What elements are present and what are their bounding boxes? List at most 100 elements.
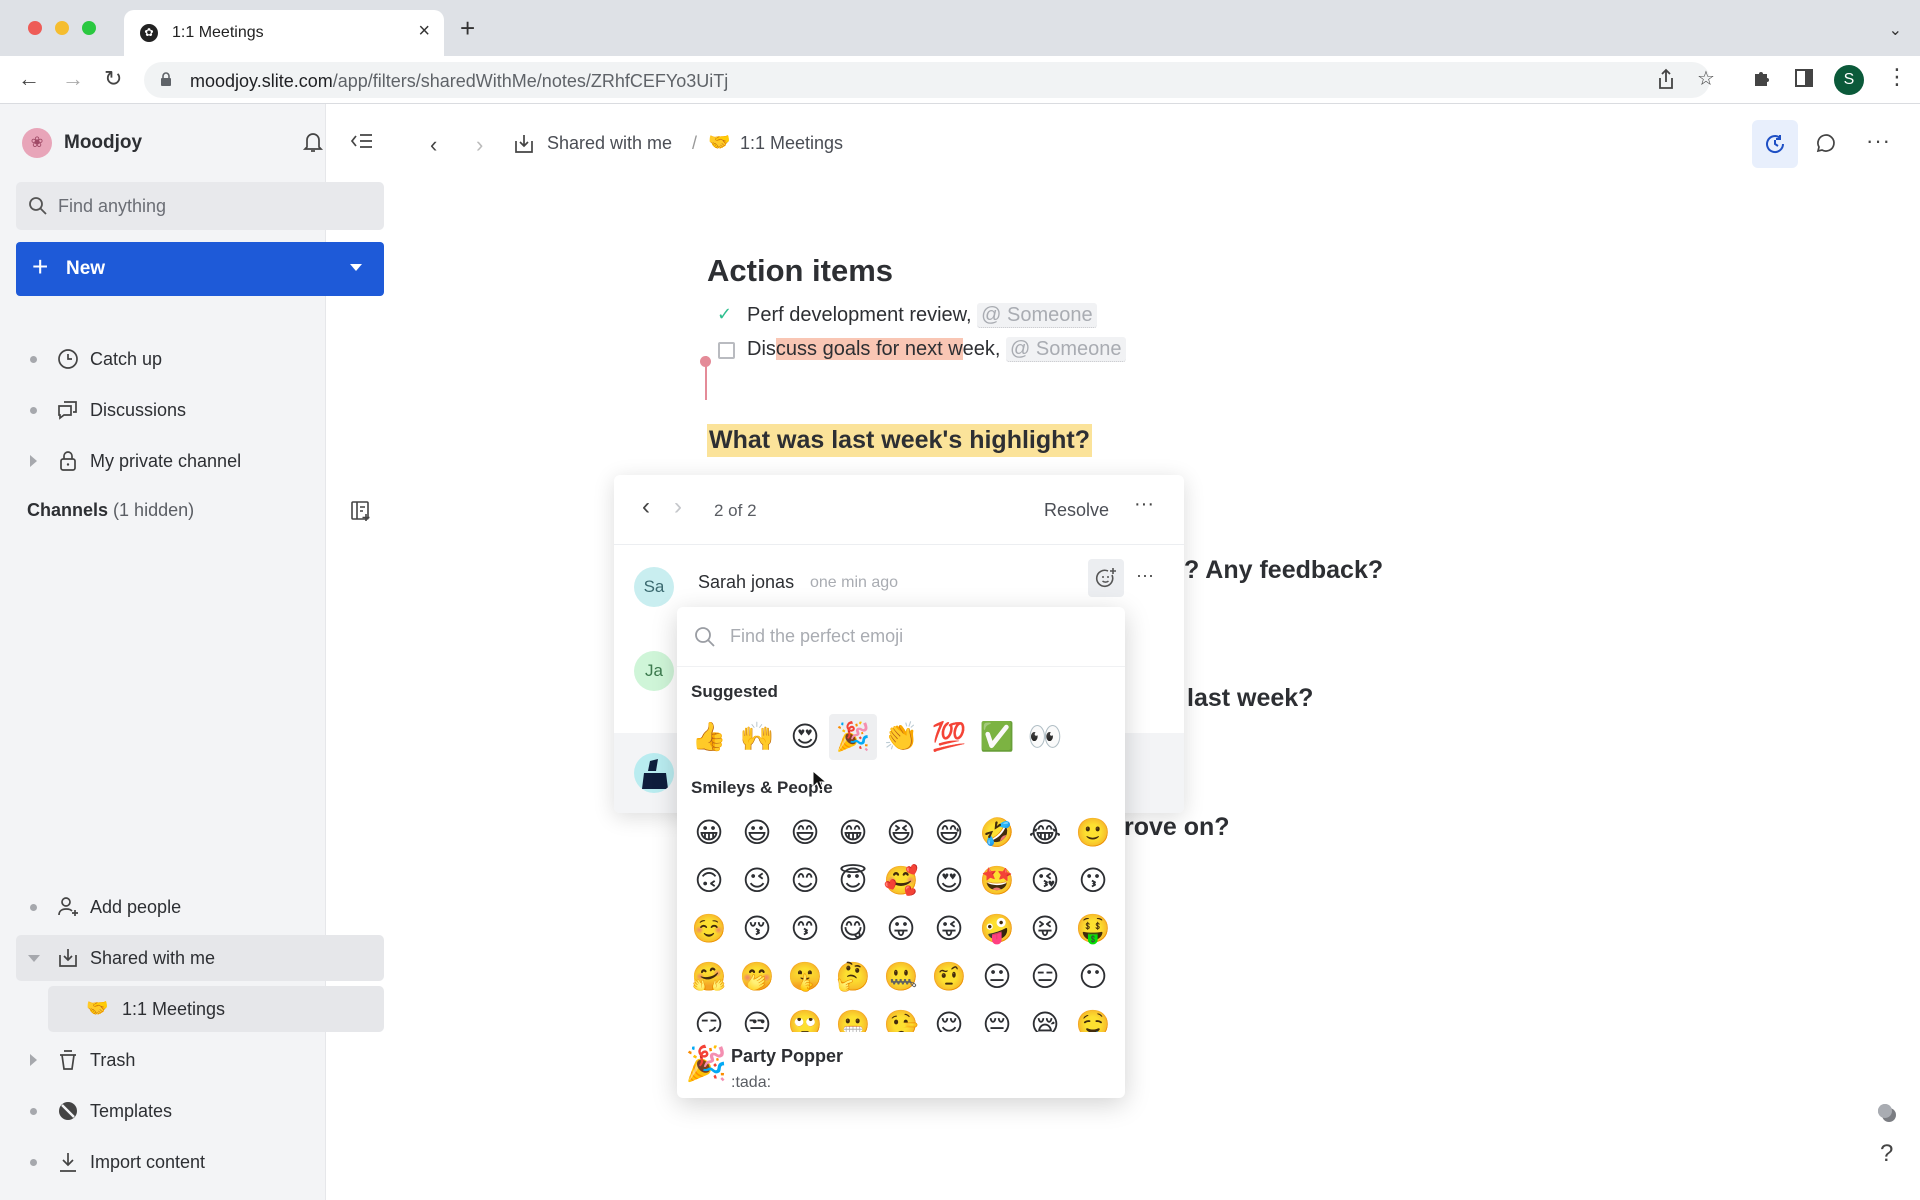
emoji-option[interactable]: 😙 [781, 906, 829, 952]
emoji-option[interactable]: 😄 [781, 810, 829, 856]
emoji-option[interactable]: 👀 [1021, 714, 1069, 760]
emoji-option[interactable]: 😁 [829, 810, 877, 856]
emoji-option[interactable]: 😂 [1021, 810, 1069, 856]
emoji-option[interactable]: 🤪 [973, 906, 1021, 952]
window-maximize-button[interactable] [82, 21, 96, 35]
emoji-option[interactable]: 🤤 [1069, 1002, 1117, 1032]
emoji-option[interactable]: 😍 [925, 858, 973, 904]
emoji-option[interactable]: 😆 [877, 810, 925, 856]
sidebar-item-1-1-meetings[interactable]: 🤝 1:1 Meetings [48, 986, 384, 1032]
side-panel-icon[interactable] [1794, 68, 1814, 94]
thread-more-icon[interactable]: ··· [1134, 493, 1154, 516]
emoji-option[interactable]: 🤐 [877, 954, 925, 1000]
more-options-icon[interactable]: ··· [1866, 128, 1891, 154]
add-reaction-button[interactable] [1088, 559, 1124, 597]
search-input[interactable]: Find anything [16, 182, 384, 230]
emoji-option[interactable]: 😜 [925, 906, 973, 952]
emoji-option[interactable]: ✅ [973, 714, 1021, 760]
profile-avatar[interactable]: S [1834, 65, 1864, 95]
emoji-option[interactable]: 😒 [733, 1002, 781, 1032]
tab-search-chevron-icon[interactable]: ⌄ [1889, 20, 1902, 40]
emoji-option[interactable]: 😇 [829, 858, 877, 904]
channels-header[interactable]: Channels (1 hidden) [27, 500, 194, 521]
emoji-option[interactable]: 😘 [1021, 858, 1069, 904]
help-icon[interactable]: ? [1880, 1140, 1893, 1168]
emoji-search-input[interactable]: Find the perfect emoji [677, 607, 1125, 667]
checkbox[interactable] [718, 342, 735, 359]
history-button[interactable] [1752, 120, 1798, 168]
emoji-option[interactable]: 💯 [925, 714, 973, 760]
smileys-emoji-grid[interactable]: 😀 😃 😄 😁 😆 😅 🤣 😂 🙂 🙃 😉 😊 😇 🥰 😍 🤩 😘 😗 ☺️ 😚 😙 😋 😛 😜 🤪 😝 🤑 🤗 🤭 🤫 🤔 🤐 🤨 😐 😑 😶 😏 😒 🙄… [677, 810, 1125, 1032]
emoji-option[interactable]: 😋 [829, 906, 877, 952]
bookmark-star-icon[interactable]: ☆ [1697, 66, 1715, 91]
breadcrumb-current[interactable]: 1:1 Meetings [740, 133, 843, 154]
sidebar-item-my-private-channel[interactable]: My private channel [16, 438, 384, 484]
emoji-option[interactable]: 🤣 [973, 810, 1021, 856]
emoji-option[interactable]: 😗 [1069, 858, 1117, 904]
emoji-option[interactable]: 🤥 [877, 1002, 925, 1032]
nav-forward-icon[interactable]: › [476, 132, 483, 158]
share-icon[interactable] [1656, 68, 1676, 96]
comment-highlight[interactable]: cuss goals for next w [775, 338, 963, 360]
emoji-option[interactable]: 😝 [1021, 906, 1069, 952]
new-tab-button[interactable]: + [460, 15, 475, 41]
expand-triangle-icon[interactable] [30, 455, 37, 467]
emoji-option[interactable]: 🤑 [1069, 906, 1117, 952]
mention-chip[interactable]: @ Someone [1006, 337, 1126, 362]
browser-menu-icon[interactable]: ⋮ [1886, 64, 1908, 90]
address-bar[interactable]: moodjoy.slite.com/app/filters/sharedWith… [144, 62, 1710, 98]
emoji-option[interactable]: 😶 [1069, 954, 1117, 1000]
workspace-name[interactable]: Moodjoy [64, 132, 142, 154]
emoji-option[interactable]: 😛 [877, 906, 925, 952]
emoji-option[interactable]: 😪 [1021, 1002, 1069, 1032]
dropdown-caret-icon[interactable] [350, 264, 362, 271]
sidebar-item-import-content[interactable]: Import content [16, 1139, 384, 1185]
emoji-option[interactable]: 🙂 [1069, 810, 1117, 856]
emoji-option[interactable]: 😑 [1021, 954, 1069, 1000]
emoji-option[interactable]: 😉 [733, 858, 781, 904]
prev-comment-icon[interactable]: ‹ [642, 493, 650, 521]
emoji-option[interactable]: 😀 [685, 810, 733, 856]
collapse-sidebar-icon[interactable] [350, 132, 374, 155]
checkmark-icon[interactable]: ✓ [717, 304, 732, 325]
emoji-option[interactable]: 👍 [685, 714, 733, 760]
emoji-option[interactable]: 😐 [973, 954, 1021, 1000]
browser-tab[interactable]: ✿ 1:1 Meetings × [124, 10, 444, 56]
sidebar-item-templates[interactable]: Templates [16, 1088, 384, 1134]
emoji-option[interactable]: 👏 [877, 714, 925, 760]
emoji-option[interactable]: 🥰 [877, 858, 925, 904]
emoji-option[interactable]: ☺️ [685, 906, 733, 952]
emoji-option[interactable]: 🙄 [781, 1002, 829, 1032]
emoji-option[interactable]: 🎉 [829, 714, 877, 760]
emoji-option[interactable]: 😅 [925, 810, 973, 856]
add-channel-icon[interactable] [350, 500, 372, 527]
sidebar-item-shared-with-me[interactable]: Shared with me [16, 935, 384, 981]
status-indicator-icon[interactable] [1876, 1102, 1898, 1124]
emoji-option[interactable]: 😍 [781, 714, 829, 760]
sidebar-item-discussions[interactable]: Discussions [16, 387, 384, 433]
emoji-option[interactable]: 🤭 [733, 954, 781, 1000]
emoji-option[interactable]: 😊 [781, 858, 829, 904]
mention-chip[interactable]: @ Someone [977, 303, 1097, 328]
emoji-option[interactable]: 🤔 [829, 954, 877, 1000]
extensions-puzzle-icon[interactable] [1752, 68, 1772, 94]
collapse-triangle-icon[interactable] [28, 955, 40, 962]
forward-icon[interactable]: → [62, 66, 84, 92]
emoji-option[interactable]: 😃 [733, 810, 781, 856]
emoji-option[interactable]: 😬 [829, 1002, 877, 1032]
sidebar-item-add-people[interactable]: Add people [16, 884, 384, 930]
sidebar-item-trash[interactable]: Trash [16, 1037, 384, 1083]
emoji-option[interactable]: 🙌 [733, 714, 781, 760]
back-icon[interactable]: ← [18, 66, 40, 92]
reload-icon[interactable]: ↻ [104, 66, 122, 92]
tab-close-icon[interactable]: × [418, 20, 430, 43]
workspace-logo[interactable]: ❀ [22, 128, 52, 158]
emoji-option[interactable]: 🤩 [973, 858, 1021, 904]
new-button[interactable]: + New [16, 242, 384, 296]
comment-more-icon[interactable]: ··· [1136, 565, 1154, 586]
notifications-bell-icon[interactable] [302, 130, 324, 159]
emoji-option[interactable]: 😔 [973, 1002, 1021, 1032]
nav-back-icon[interactable]: ‹ [430, 132, 437, 158]
emoji-option[interactable]: 😌 [925, 1002, 973, 1032]
emoji-option[interactable]: 🤗 [685, 954, 733, 1000]
